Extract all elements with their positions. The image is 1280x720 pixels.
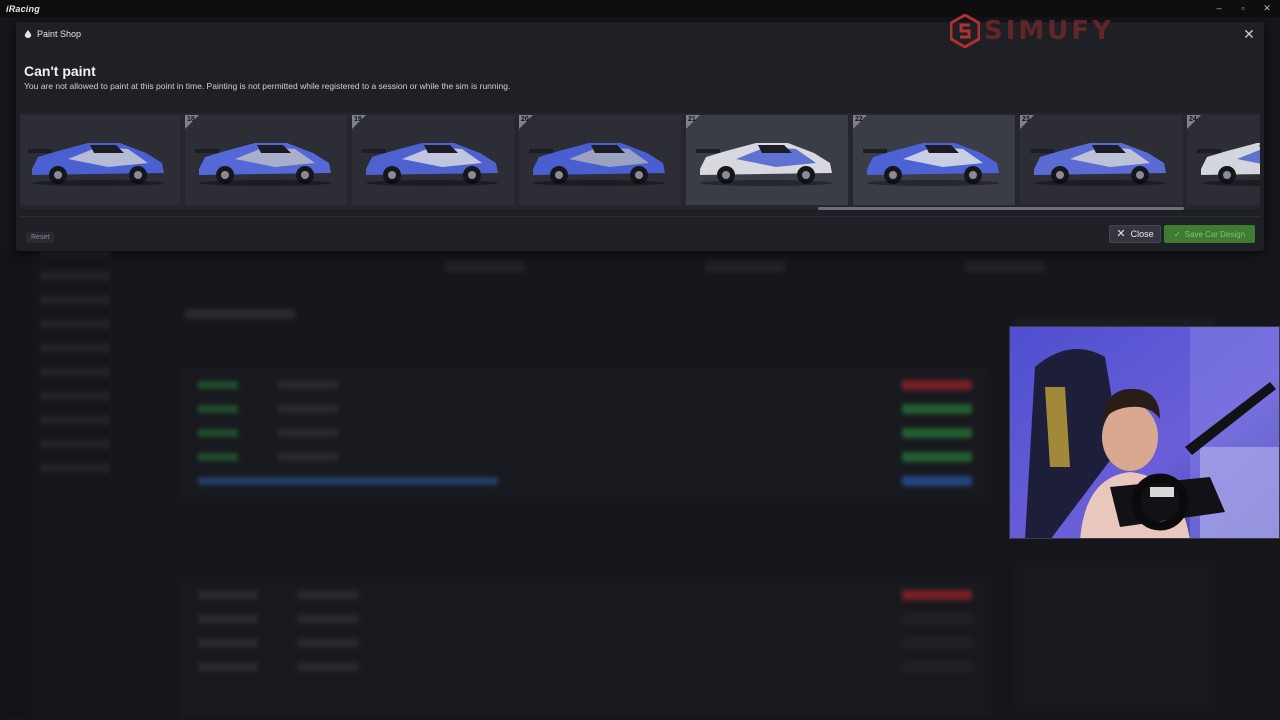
livery-number: 20	[521, 116, 529, 123]
minimize-icon[interactable]: –	[1212, 3, 1226, 14]
livery-card[interactable]: 18	[185, 115, 347, 205]
bg-section-title	[185, 309, 295, 319]
bg-right-panel	[1015, 562, 1215, 712]
race-car-livery-image	[529, 143, 665, 186]
bg-panel-bottom	[180, 577, 990, 717]
modal-divider	[20, 216, 1260, 217]
modal-title: Paint Shop	[37, 29, 82, 39]
livery-card[interactable]: 23	[1020, 115, 1182, 205]
close-icon: ✕	[1116, 227, 1126, 240]
livery-number: 18	[187, 116, 195, 123]
webcam-overlay	[1009, 326, 1280, 539]
livery-number: 22	[855, 116, 863, 123]
paint-drop-icon	[24, 30, 32, 38]
save-car-design-button[interactable]: ✓ Save Car Design	[1164, 225, 1255, 243]
close-button-label: Close	[1130, 229, 1154, 239]
close-button[interactable]: ✕ Close	[1109, 225, 1161, 243]
livery-number: 19	[354, 116, 362, 123]
livery-card[interactable]: 22	[853, 115, 1015, 205]
webcam-image	[1010, 327, 1279, 538]
notice-heading: Can't paint	[24, 63, 96, 79]
livery-number: 21	[688, 116, 696, 123]
livery-carousel[interactable]: 18 19 20 21 22 23 24	[20, 113, 1260, 209]
race-car-livery-image	[28, 143, 164, 186]
paint-shop-modal: Paint Shop ✕ Can't paint You are not all…	[16, 22, 1264, 251]
watermark-text: SIMUFY	[984, 16, 1114, 46]
bg-header	[445, 262, 1045, 272]
save-button-label: Save Car Design	[1184, 229, 1246, 239]
race-car-livery-image	[696, 143, 832, 186]
carousel-scroll-thumb[interactable]	[818, 207, 1184, 210]
window-controls: – ▫ ✕	[1212, 3, 1280, 14]
reset-button[interactable]: Reset	[26, 232, 55, 243]
livery-card[interactable]	[20, 115, 180, 205]
bg-sidebar	[40, 247, 150, 487]
livery-number: 24	[1189, 116, 1197, 123]
cant-paint-notice: Can't paint You are not allowed to paint…	[24, 63, 510, 91]
livery-card[interactable]: 21	[686, 115, 848, 205]
bg-panel-top	[180, 367, 990, 502]
carousel-scrollbar[interactable]	[20, 207, 1260, 210]
livery-number: 23	[1022, 116, 1030, 123]
modal-close-icon[interactable]: ✕	[1242, 27, 1256, 41]
race-car-livery-image	[863, 143, 999, 186]
livery-card[interactable]: 24	[1187, 115, 1260, 205]
window-close-icon[interactable]: ✕	[1260, 3, 1274, 14]
livery-card[interactable]: 19	[352, 115, 514, 205]
check-icon: ✓	[1173, 229, 1181, 239]
app-logo: iRacing	[6, 3, 40, 14]
race-car-livery-image	[362, 143, 498, 186]
notice-message: You are not allowed to paint at this poi…	[24, 81, 511, 91]
race-car-livery-image	[1030, 143, 1166, 186]
simufy-watermark: SIMUFY	[950, 14, 1114, 48]
race-car-livery-image	[1197, 143, 1260, 186]
livery-card[interactable]: 20	[519, 115, 681, 205]
maximize-icon[interactable]: ▫	[1236, 3, 1250, 14]
simufy-logo-icon	[950, 14, 980, 48]
bg-left-strip	[0, 247, 34, 717]
race-car-livery-image	[195, 143, 331, 186]
